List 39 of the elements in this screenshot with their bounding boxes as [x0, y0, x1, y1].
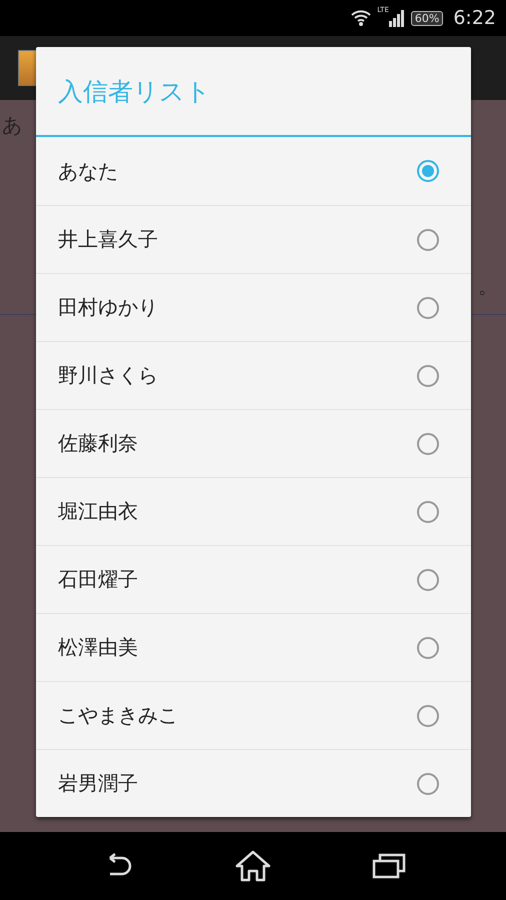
clock: 6:22 [453, 7, 496, 29]
item-label: 松澤由美 [58, 634, 138, 661]
list-item[interactable]: 堀江由衣 [36, 477, 471, 545]
background-text: あ [2, 112, 22, 139]
list-item[interactable]: 石田燿子 [36, 545, 471, 613]
radio-button[interactable] [417, 500, 439, 522]
radio-button[interactable] [417, 772, 439, 794]
list-item[interactable]: こやまきみこ [36, 681, 471, 749]
dialog-title: 入信者リスト [36, 47, 471, 137]
battery-level: 60% [410, 10, 444, 26]
item-label: 堀江由衣 [58, 498, 138, 525]
list-item[interactable]: 岩男潤子 [36, 749, 471, 817]
list-item[interactable]: あなた [36, 137, 471, 205]
radio-button[interactable] [417, 364, 439, 386]
list-item[interactable]: 野川さくら [36, 341, 471, 409]
radio-button[interactable] [417, 704, 439, 726]
wifi-icon [351, 9, 372, 27]
radio-button[interactable] [417, 228, 439, 250]
item-label: あなた [58, 158, 118, 184]
item-label: こやまきみこ [58, 702, 178, 729]
radio-button[interactable] [417, 568, 439, 590]
item-label: 田村ゆかり [58, 294, 158, 321]
list-item[interactable]: 田村ゆかり [36, 273, 471, 341]
radio-button[interactable] [417, 432, 439, 454]
item-label: 佐藤利奈 [58, 430, 138, 457]
radio-button[interactable] [417, 160, 439, 182]
signal-icon [388, 9, 405, 27]
radio-button[interactable] [417, 636, 439, 658]
item-label: 井上喜久子 [58, 226, 158, 253]
item-label: 岩男潤子 [58, 770, 138, 797]
home-icon[interactable] [234, 849, 272, 883]
list-item[interactable]: 佐藤利奈 [36, 409, 471, 477]
item-label: 野川さくら [58, 362, 158, 389]
list-item[interactable]: 松澤由美 [36, 613, 471, 681]
radio-button[interactable] [417, 296, 439, 318]
background-text: 。 [478, 273, 498, 300]
list-item[interactable]: 井上喜久子 [36, 205, 471, 273]
item-label: 石田燿子 [58, 566, 138, 593]
recent-apps-icon[interactable] [372, 852, 406, 880]
